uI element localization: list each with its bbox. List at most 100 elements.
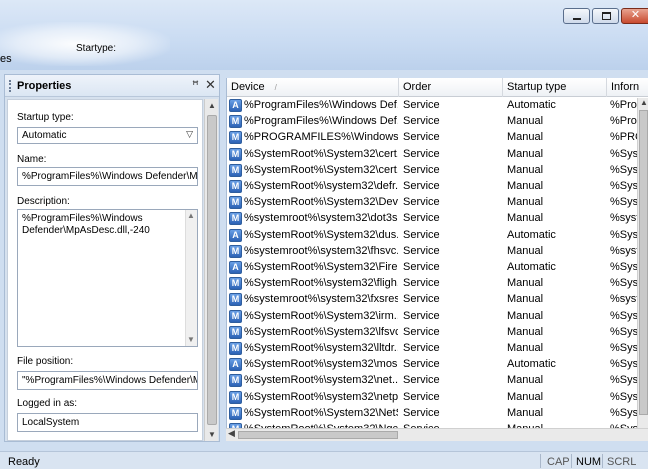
cell-device: %SystemRoot%\System32\Devi... [244,196,398,209]
minimize-button[interactable] [563,8,590,24]
table-row[interactable]: M %SystemRoot%\System32\cert... Service Man… [227,163,640,179]
chevron-down-icon[interactable]: ▽ [186,129,193,140]
cell-startup-type: Manual [507,277,544,290]
pin-icon[interactable]: ꟸ [192,78,199,92]
description-label: Description: [17,196,70,207]
cell-startup-type: Manual [507,342,544,354]
scroll-up-icon[interactable]: ▲ [640,98,648,107]
cell-information: %Syst [610,277,640,290]
close-pane-icon[interactable]: ✕ [205,77,216,93]
service-icon: M [229,115,242,129]
table-row[interactable]: A %SystemRoot%\System32\Fire... Service Aut… [227,260,640,276]
sort-icon: / [274,83,277,92]
table-row[interactable]: M %systemroot%\system32\dot3s... Service Ma… [227,211,640,227]
cell-order: Service [403,325,440,338]
table-row[interactable]: M %ProgramFiles%\Windows Def... Service Man… [227,114,640,130]
description-field[interactable]: %ProgramFiles%\Windows Defender\MpAsDesc… [17,209,198,347]
properties-scroll-thumb[interactable] [207,115,217,425]
cell-startup-type: Manual [507,131,544,144]
cell-order: Service [403,293,440,306]
cell-order: Service [403,277,440,290]
cell-information: %syst [610,212,640,225]
cell-startup-type: Manual [507,390,544,403]
table-row[interactable]: A %SystemRoot%\system32\mos... Service Auto… [227,357,640,373]
startup-type-value: Automatic [22,130,67,141]
properties-header[interactable]: Properties ꟸ ✕ [5,75,219,97]
column-header-information[interactable]: Inforn [607,78,648,97]
scroll-left-icon[interactable]: ◀ [228,428,235,439]
service-icon: A [229,228,242,242]
service-icon: A [229,358,242,372]
cell-order: Service [403,147,440,160]
table-horizontal-scrollbar[interactable]: ◀ [226,428,648,441]
drag-grip-icon[interactable] [9,80,11,92]
cell-device: %SystemRoot%\system32\lltdr... [244,342,398,354]
cell-order: Service [403,228,440,241]
table-row[interactable]: A %ProgramFiles%\Windows Def... Service Aut… [227,98,640,114]
cell-order: Service [403,212,440,225]
cell-startup-type: Manual [507,325,544,338]
column-header-startup-type[interactable]: Startup type [503,78,607,97]
cell-order: Service [403,309,440,322]
table-row[interactable]: M %SystemRoot%\System32\irm... Service Manu… [227,309,640,325]
logged-in-field[interactable]: LocalSystem [17,413,198,432]
cell-device: %SystemRoot%\system32\mos... [244,358,398,371]
description-scrollbar[interactable]: ▲ ▼ [185,210,197,346]
cell-order: Service [403,261,440,273]
table-hscroll-thumb[interactable] [238,431,398,439]
column-header-order[interactable]: Order [399,78,503,97]
cell-information: %Syst [610,180,640,192]
scroll-down-icon[interactable]: ▼ [187,334,195,346]
table-row[interactable]: M %systemroot%\system32\fxsres... Service M… [227,292,639,308]
cell-startup-type: Manual [507,196,544,209]
cell-order: Service [403,115,440,128]
cell-device: %SystemRoot%\System32\dus... [244,228,398,241]
maximize-button[interactable] [592,8,619,24]
service-icon: M [229,406,242,420]
cell-startup-type: Automatic [507,228,556,241]
table-row[interactable]: M %SystemRoot%\System32\NetS... Service Man… [227,406,640,422]
scroll-up-icon[interactable]: ▲ [208,101,216,110]
table-vertical-scrollbar[interactable]: ▲ [637,98,648,439]
table-scroll-thumb[interactable] [639,110,648,415]
cell-startup-type: Manual [507,309,544,322]
cell-information: %Syst [610,228,640,241]
cell-device: %SystemRoot%\System32\irm... [244,309,398,322]
service-icon: M [229,212,242,226]
cell-order: Service [403,406,440,419]
close-window-button[interactable]: ✕ [621,8,648,24]
minimize-icon [573,18,581,20]
table-row[interactable]: M %PROGRAMFILES%\Windows ... Service Manual… [227,130,640,146]
service-icon: M [229,390,242,404]
cell-information: %Syst [610,309,640,322]
cell-order: Service [403,358,440,371]
table-row[interactable]: M %SystemRoot%\System32\cert... Service Man… [227,147,640,163]
service-icon: M [229,277,242,291]
ribbon-startup-type-label: Startype: [76,43,117,54]
table-row[interactable]: M %SystemRoot%\system32\lltdr... Service Ma… [227,341,640,357]
table-row[interactable]: M %SystemRoot%\system32\defr... Service Man… [227,179,640,195]
name-field[interactable]: %ProgramFiles%\Windows Defender\MpA [17,167,198,186]
cell-startup-type: Manual [507,212,544,225]
file-position-field[interactable]: "%ProgramFiles%\Windows Defender\Msl [17,371,198,390]
table-row[interactable]: M %SystemRoot%\system32\fligh... Service Ma… [227,276,640,292]
table-row[interactable]: M %SystemRoot%\System32\lfsvc... Service Ma… [227,325,640,341]
table-row[interactable]: M %SystemRoot%\System32\Devi... Service Man… [227,195,640,211]
startup-type-select[interactable]: Automatic ▽ [17,127,198,144]
cell-startup-type: Manual [507,293,544,306]
cell-order: Service [403,163,440,176]
table-row[interactable]: M %SystemRoot%\system32\net... Service Manu… [227,373,640,389]
properties-scrollbar[interactable]: ▲ ▼ [204,99,218,441]
cell-device: %SystemRoot%\System32\cert... [244,163,398,176]
cell-startup-type: Manual [507,406,544,419]
scroll-down-icon[interactable]: ▼ [208,430,216,439]
description-text: %ProgramFiles%\Windows Defender\MpAsDesc… [22,213,150,236]
table-row[interactable]: M %systemroot%\system32\fhsvc... Service Ma… [227,244,639,260]
cell-device: %SystemRoot%\system32\defr... [244,180,398,192]
scroll-up-icon[interactable]: ▲ [187,210,195,222]
table-row[interactable]: M %SystemRoot%\system32\netp... Service Man… [227,390,640,406]
cell-information: %Syst [610,374,640,387]
table-row[interactable]: A %SystemRoot%\System32\dus... Service Auto… [227,228,640,244]
service-icon: M [229,293,242,307]
column-header-device[interactable]: Device / [227,78,399,97]
